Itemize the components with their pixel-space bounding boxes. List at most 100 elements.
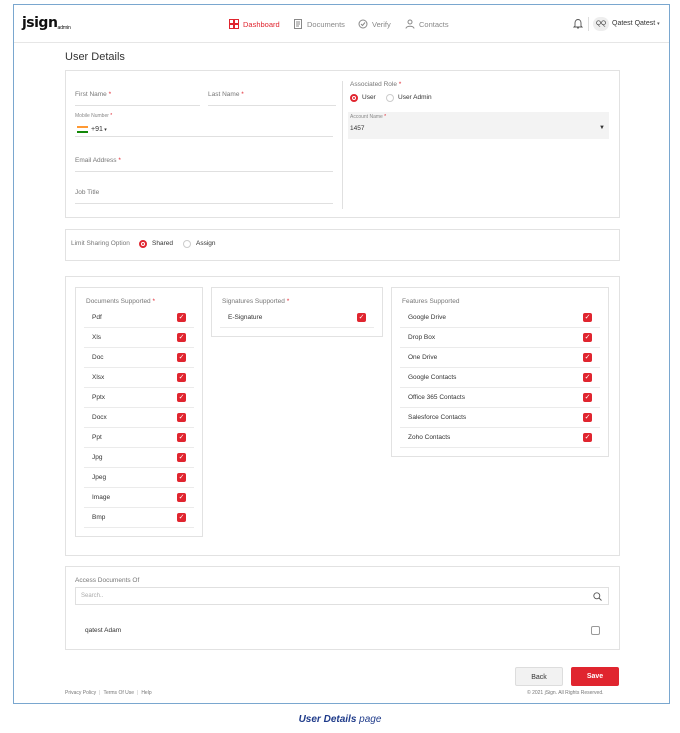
list-item-label: Docx bbox=[92, 414, 107, 421]
mobile-number-label: Mobile Number * bbox=[75, 113, 113, 119]
job-title-field[interactable] bbox=[75, 203, 333, 204]
list-item-label: Ppt bbox=[92, 434, 102, 441]
user-info-card: First Name * Last Name * Mobile Number *… bbox=[65, 70, 620, 218]
list-item[interactable]: Zoho Contacts ✓ bbox=[400, 428, 600, 448]
checkbox-checked[interactable]: ✓ bbox=[583, 353, 592, 362]
terms-of-use-link[interactable]: Terms Of Use bbox=[103, 690, 134, 696]
user-menu[interactable]: Qatest Qatest ▾ bbox=[612, 20, 660, 27]
list-item[interactable]: Drop Box ✓ bbox=[400, 328, 600, 348]
first-name-label: First Name * bbox=[75, 91, 112, 98]
list-item[interactable]: Ppt ✓ bbox=[84, 428, 194, 448]
list-item[interactable]: Office 365 Contacts ✓ bbox=[400, 388, 600, 408]
list-item[interactable]: Salesforce Contacts ✓ bbox=[400, 408, 600, 428]
document-icon bbox=[294, 19, 302, 29]
role-user-admin-radio[interactable] bbox=[386, 94, 394, 102]
checkbox-checked[interactable]: ✓ bbox=[177, 413, 186, 422]
nav-contacts-label: Contacts bbox=[419, 19, 449, 29]
associated-role-label: Associated Role * bbox=[350, 81, 402, 88]
list-item[interactable]: Xlsx ✓ bbox=[84, 368, 194, 388]
access-user-checkbox[interactable] bbox=[591, 626, 600, 635]
checkbox-checked[interactable]: ✓ bbox=[177, 473, 186, 482]
checkbox-checked[interactable]: ✓ bbox=[583, 373, 592, 382]
checkbox-checked[interactable]: ✓ bbox=[177, 313, 186, 322]
list-item[interactable]: Doc ✓ bbox=[84, 348, 194, 368]
contacts-icon bbox=[405, 19, 415, 29]
list-item-label: Image bbox=[92, 494, 111, 501]
checkbox-checked[interactable]: ✓ bbox=[177, 393, 186, 402]
divider: | bbox=[137, 690, 139, 696]
documents-supported-group: Documents Supported * Pdf ✓ Xls ✓ Doc ✓ Xlsx ✓ P… bbox=[75, 287, 203, 537]
logo-subtext: admin bbox=[57, 25, 71, 31]
bell-icon[interactable] bbox=[573, 18, 583, 29]
checkbox-checked[interactable]: ✓ bbox=[177, 333, 186, 342]
list-item-label: Office 365 Contacts bbox=[408, 394, 465, 401]
checkbox-checked[interactable]: ✓ bbox=[177, 513, 186, 522]
email-label: Email Address * bbox=[75, 157, 121, 164]
first-name-field[interactable] bbox=[75, 105, 200, 106]
avatar[interactable]: QQ bbox=[593, 17, 609, 31]
account-name-select[interactable]: Account Name * 1457 ▼ bbox=[348, 112, 609, 139]
divider bbox=[588, 17, 589, 31]
mobile-number-field[interactable] bbox=[75, 136, 333, 137]
country-code-select[interactable]: +91 ▾ bbox=[91, 126, 107, 133]
save-button[interactable]: Save bbox=[571, 667, 619, 686]
list-item[interactable]: One Drive ✓ bbox=[400, 348, 600, 368]
job-title-label: Job Title bbox=[75, 189, 100, 196]
footer-links: Privacy Policy | Terms Of Use | Help bbox=[65, 690, 152, 696]
nav-documents[interactable]: Documents bbox=[293, 19, 345, 29]
features-supported-group: Features Supported Google Drive ✓ Drop Box… bbox=[391, 287, 609, 457]
list-item-label: Pdf bbox=[92, 314, 102, 321]
jsign-logo[interactable]: jsignadmin bbox=[22, 15, 71, 31]
access-user-name: qatest Adam bbox=[85, 627, 122, 634]
back-button[interactable]: Back bbox=[515, 667, 563, 686]
list-item-label: Google Drive bbox=[408, 314, 446, 321]
list-item[interactable]: Pdf ✓ bbox=[84, 308, 194, 328]
sharing-assign-radio[interactable] bbox=[183, 240, 191, 248]
list-item-label: Jpeg bbox=[92, 474, 107, 481]
account-name-label: Account Name * bbox=[350, 114, 387, 120]
checkbox-checked[interactable]: ✓ bbox=[583, 433, 592, 442]
help-link[interactable]: Help bbox=[141, 690, 151, 696]
signatures-supported-group: Signatures Supported * E-Signature ✓ bbox=[211, 287, 383, 337]
column-divider bbox=[342, 81, 343, 209]
sharing-shared-radio[interactable] bbox=[139, 240, 147, 248]
checkbox-checked[interactable]: ✓ bbox=[177, 353, 186, 362]
role-user-radio[interactable] bbox=[350, 94, 358, 102]
list-item-label: Salesforce Contacts bbox=[408, 414, 467, 421]
list-item[interactable]: Image ✓ bbox=[84, 488, 194, 508]
checkbox-checked[interactable]: ✓ bbox=[177, 493, 186, 502]
user-name: Qatest Qatest bbox=[612, 20, 656, 27]
list-item-label: Google Contacts bbox=[408, 374, 457, 381]
dashboard-icon bbox=[229, 19, 239, 29]
list-item[interactable]: Xls ✓ bbox=[84, 328, 194, 348]
list-item[interactable]: Pptx ✓ bbox=[84, 388, 194, 408]
list-item[interactable]: Google Contacts ✓ bbox=[400, 368, 600, 388]
list-item[interactable]: Jpg ✓ bbox=[84, 448, 194, 468]
checkbox-checked[interactable]: ✓ bbox=[583, 413, 592, 422]
checkbox-checked[interactable]: ✓ bbox=[177, 373, 186, 382]
checkbox-checked[interactable]: ✓ bbox=[583, 333, 592, 342]
list-item[interactable]: Jpeg ✓ bbox=[84, 468, 194, 488]
verify-icon bbox=[358, 19, 368, 29]
limit-sharing-label: Limit Sharing Option bbox=[71, 240, 130, 247]
list-item[interactable]: Bmp ✓ bbox=[84, 508, 194, 528]
last-name-field[interactable] bbox=[208, 105, 336, 106]
list-item-label: E-Signature bbox=[228, 314, 263, 321]
list-item-label: Jpg bbox=[92, 454, 103, 461]
search-icon[interactable] bbox=[593, 592, 602, 601]
list-item-label: Drop Box bbox=[408, 334, 436, 341]
checkbox-checked[interactable]: ✓ bbox=[583, 313, 592, 322]
checkbox-checked[interactable]: ✓ bbox=[177, 453, 186, 462]
list-item[interactable]: Google Drive ✓ bbox=[400, 308, 600, 328]
list-item[interactable]: Docx ✓ bbox=[84, 408, 194, 428]
nav-dashboard[interactable]: Dashboard bbox=[229, 19, 280, 29]
checkbox-checked[interactable]: ✓ bbox=[357, 313, 366, 322]
checkbox-checked[interactable]: ✓ bbox=[583, 393, 592, 402]
nav-verify[interactable]: Verify bbox=[358, 19, 391, 29]
email-field[interactable] bbox=[75, 171, 333, 172]
privacy-policy-link[interactable]: Privacy Policy bbox=[65, 690, 96, 696]
checkbox-checked[interactable]: ✓ bbox=[177, 433, 186, 442]
list-item[interactable]: E-Signature ✓ bbox=[220, 308, 374, 328]
search-input[interactable]: Search.. bbox=[75, 587, 609, 605]
nav-contacts[interactable]: Contacts bbox=[405, 19, 449, 29]
